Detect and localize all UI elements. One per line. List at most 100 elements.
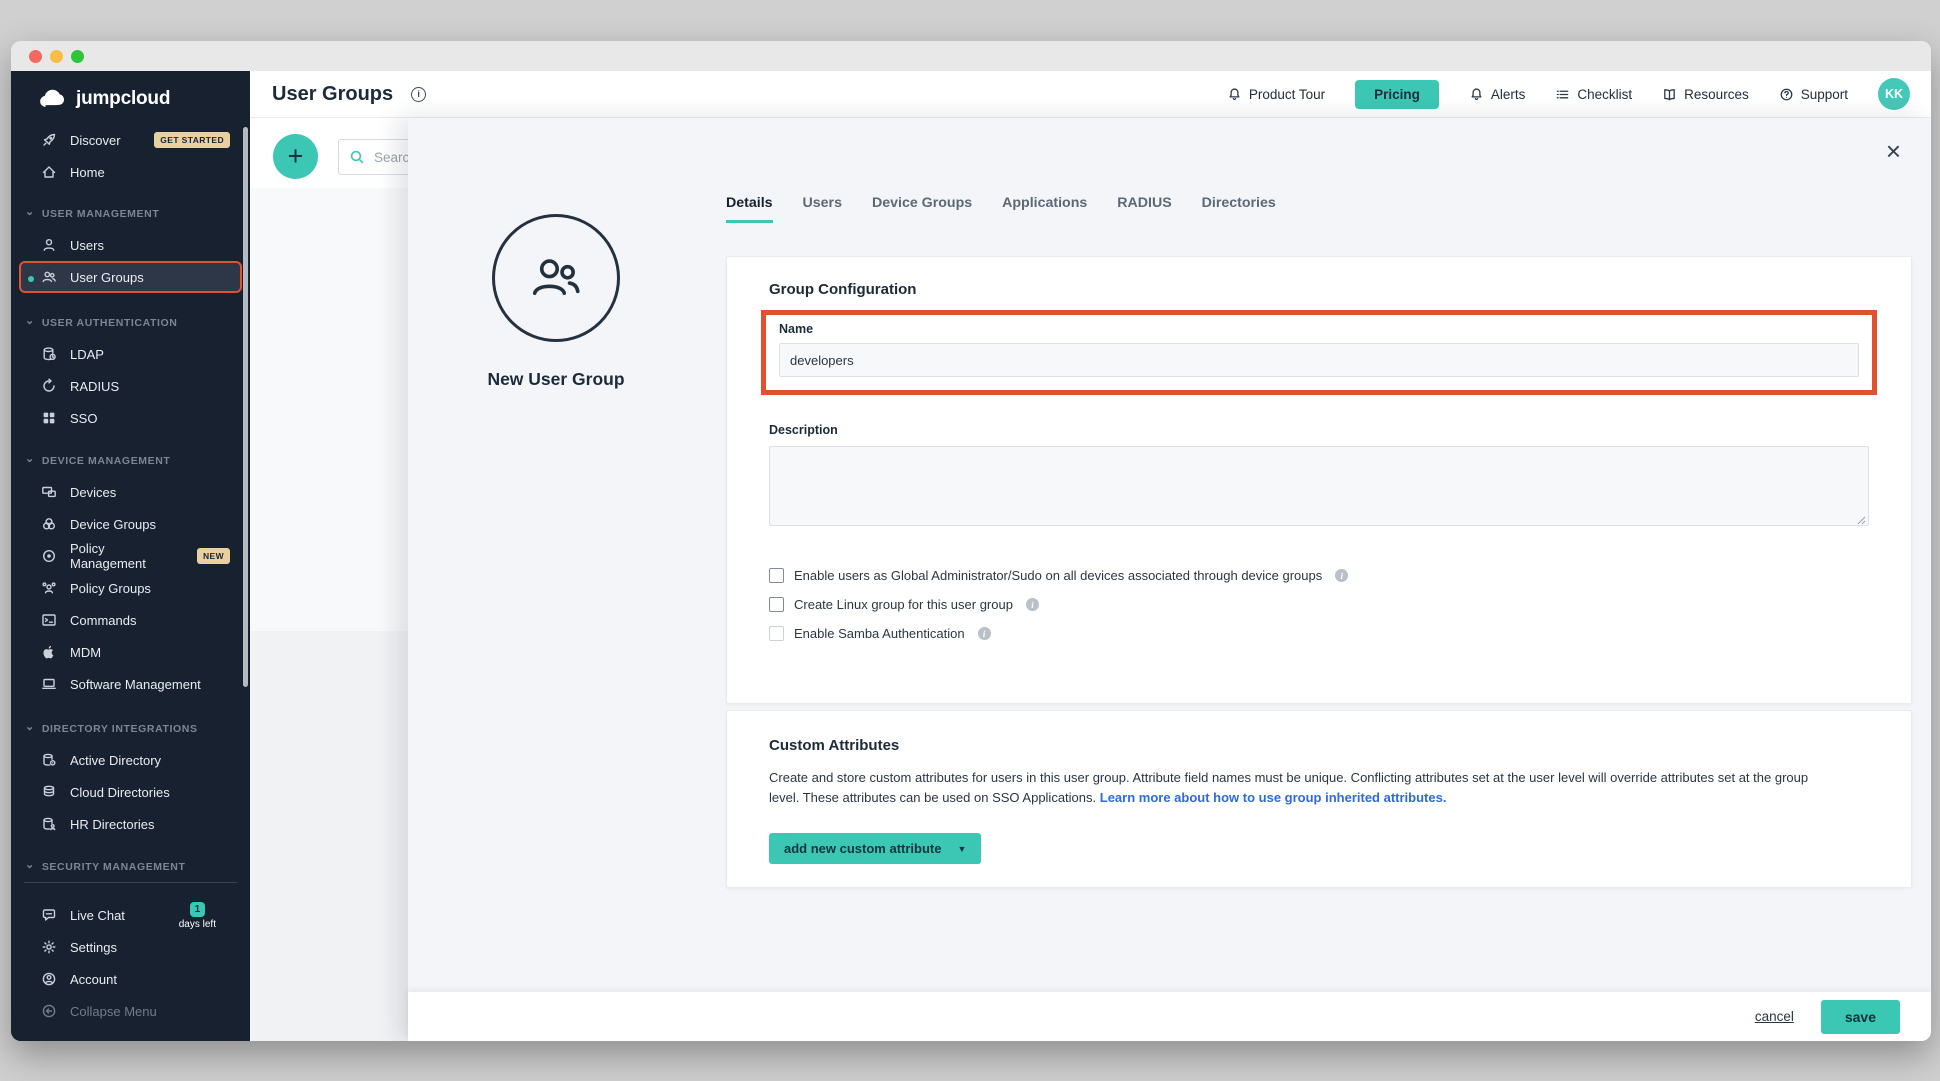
active-directory-icon xyxy=(41,752,57,768)
info-icon[interactable]: i xyxy=(978,627,991,640)
add-user-group-button[interactable]: + xyxy=(273,134,318,179)
caret-down-icon: ▼ xyxy=(957,844,966,854)
checkbox-samba-auth[interactable]: Enable Samba Authentication i xyxy=(769,626,1869,641)
resources-book-icon xyxy=(1662,87,1677,102)
learn-more-link[interactable]: Learn more about how to use group inheri… xyxy=(1100,790,1447,805)
sidebar-item-home[interactable]: Home xyxy=(19,156,242,188)
sidebar-item-label: SSO xyxy=(70,411,97,426)
user-avatar[interactable]: KK xyxy=(1878,78,1910,110)
hr-directories-icon xyxy=(41,816,57,832)
sidebar-item-label: Cloud Directories xyxy=(70,785,170,800)
sidebar-item-policy-management[interactable]: Policy Management NEW xyxy=(19,540,242,572)
commands-icon xyxy=(41,612,57,628)
sso-icon xyxy=(41,410,57,426)
sidebar-item-label: Discover xyxy=(70,133,121,148)
sidebar-item-label: MDM xyxy=(70,645,101,660)
tab-directories[interactable]: Directories xyxy=(1202,195,1276,223)
save-button[interactable]: save xyxy=(1821,1000,1900,1034)
sidebar-bottom: Live Chat 1 days left Settings Account xyxy=(11,882,250,1041)
add-custom-attribute-button[interactable]: add new custom attribute ▼ xyxy=(769,833,981,864)
sidebar-item-policy-groups[interactable]: Policy Groups xyxy=(19,572,242,604)
info-icon[interactable]: i xyxy=(411,87,426,102)
chevron-down-icon: ⌄ xyxy=(25,454,35,465)
close-window-button[interactable] xyxy=(29,50,42,63)
checkbox-global-admin[interactable]: Enable users as Global Administrator/Sud… xyxy=(769,568,1869,583)
jumpcloud-logo[interactable]: jumpcloud xyxy=(11,81,250,117)
sidebar-item-ldap[interactable]: LDAP xyxy=(19,338,242,370)
resources-button[interactable]: Resources xyxy=(1662,87,1749,102)
description-textarea[interactable] xyxy=(769,446,1869,526)
sidebar-item-hr-directories[interactable]: HR Directories xyxy=(19,808,242,840)
sidebar-scrollbar[interactable] xyxy=(243,127,248,687)
sidebar-item-users[interactable]: Users xyxy=(19,229,242,261)
support-icon xyxy=(1779,87,1794,102)
checkbox-box[interactable] xyxy=(769,597,784,612)
sidebar-item-label: Software Management xyxy=(70,677,201,692)
sidebar-item-label: Users xyxy=(70,238,104,253)
tab-radius[interactable]: RADIUS xyxy=(1117,195,1171,223)
description-field xyxy=(769,446,1869,531)
sidebar-item-device-groups[interactable]: Device Groups xyxy=(19,508,242,540)
section-user-authentication[interactable]: ⌄ USER AUTHENTICATION xyxy=(11,308,250,338)
sidebar-item-sso[interactable]: SSO xyxy=(19,402,242,434)
tab-details[interactable]: Details xyxy=(726,195,773,223)
sidebar-item-software-management[interactable]: Software Management xyxy=(19,668,242,700)
policy-groups-icon xyxy=(41,580,57,596)
sidebar-item-settings[interactable]: Settings xyxy=(19,931,242,963)
sidebar-item-active-directory[interactable]: Active Directory xyxy=(19,744,242,776)
sidebar-item-cloud-directories[interactable]: Cloud Directories xyxy=(19,776,242,808)
support-button[interactable]: Support xyxy=(1779,87,1848,102)
checkbox-linux-group[interactable]: Create Linux group for this user group i xyxy=(769,597,1869,612)
product-tour-button[interactable]: Product Tour xyxy=(1227,87,1325,102)
group-name-input[interactable] xyxy=(779,343,1859,377)
software-management-icon xyxy=(41,676,57,692)
ldap-icon xyxy=(41,346,57,362)
sidebar-item-label: Device Groups xyxy=(70,517,156,532)
tab-users[interactable]: Users xyxy=(803,195,842,223)
checkbox-box[interactable] xyxy=(769,568,784,583)
devices-icon xyxy=(41,484,57,500)
radius-icon xyxy=(41,378,57,394)
tab-device-groups[interactable]: Device Groups xyxy=(872,195,972,223)
page-title: User Groups xyxy=(272,83,393,106)
sidebar-item-radius[interactable]: RADIUS xyxy=(19,370,242,402)
custom-attributes-description: Create and store custom attributes for u… xyxy=(769,768,1832,808)
sidebar-item-label: Devices xyxy=(70,485,116,500)
tab-applications[interactable]: Applications xyxy=(1002,195,1087,223)
live-chat-icon xyxy=(41,907,57,923)
trial-days-badge: 1 days left xyxy=(179,900,216,930)
name-label: Name xyxy=(779,322,1859,336)
user-group-avatar xyxy=(492,214,620,342)
maximize-window-button[interactable] xyxy=(71,50,84,63)
sidebar-item-commands[interactable]: Commands xyxy=(19,604,242,636)
user-icon xyxy=(41,237,57,253)
chevron-down-icon: ⌄ xyxy=(25,207,35,218)
info-icon[interactable]: i xyxy=(1335,569,1348,582)
section-directory-integrations[interactable]: ⌄ DIRECTORY INTEGRATIONS xyxy=(11,714,250,744)
device-groups-icon xyxy=(41,516,57,532)
sidebar: jumpcloud Discover GET STARTED Home ⌄ US… xyxy=(11,71,250,1041)
minimize-window-button[interactable] xyxy=(50,50,63,63)
sidebar-item-live-chat[interactable]: Live Chat 1 days left xyxy=(19,899,242,931)
sidebar-item-label: Commands xyxy=(70,613,136,628)
chevron-down-icon: ⌄ xyxy=(25,722,35,733)
section-security-management[interactable]: ⌄ SECURITY MANAGEMENT xyxy=(11,852,250,882)
sidebar-item-account[interactable]: Account xyxy=(19,963,242,995)
sidebar-item-collapse-menu[interactable]: Collapse Menu xyxy=(19,995,242,1027)
sidebar-item-label: User Groups xyxy=(70,270,144,285)
info-icon[interactable]: i xyxy=(1026,598,1039,611)
section-user-management[interactable]: ⌄ USER MANAGEMENT xyxy=(11,199,250,229)
sidebar-item-devices[interactable]: Devices xyxy=(19,476,242,508)
sidebar-item-discover[interactable]: Discover GET STARTED xyxy=(19,124,242,156)
sidebar-item-user-groups[interactable]: User Groups xyxy=(19,261,242,293)
checklist-button[interactable]: Checklist xyxy=(1555,87,1632,102)
user-group-icon xyxy=(41,269,57,285)
app-window: jumpcloud Discover GET STARTED Home ⌄ US… xyxy=(11,41,1931,1041)
pricing-button[interactable]: Pricing xyxy=(1355,80,1439,109)
close-icon[interactable]: × xyxy=(1886,138,1901,164)
section-device-management[interactable]: ⌄ DEVICE MANAGEMENT xyxy=(11,446,250,476)
sidebar-item-mdm[interactable]: MDM xyxy=(19,636,242,668)
alerts-button[interactable]: Alerts xyxy=(1469,87,1526,102)
settings-gear-icon xyxy=(41,939,57,955)
cancel-button[interactable]: cancel xyxy=(1755,1009,1794,1024)
